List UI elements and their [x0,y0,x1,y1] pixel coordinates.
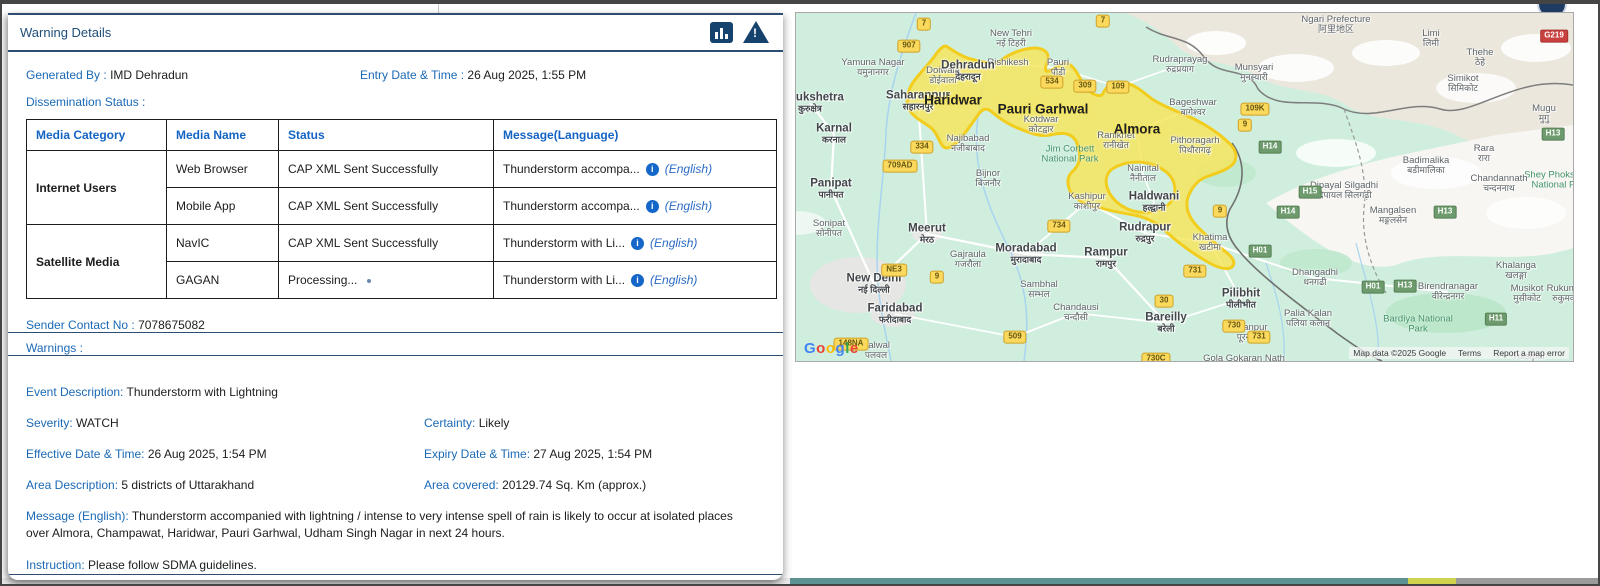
status-cell: CAP XML Sent Successfully [279,225,494,262]
message-language: (English) [665,199,712,213]
message-cell: Thunderstorm with Li... i (English) [494,262,777,299]
entry-date-label: Entry Date & Time : [360,68,464,82]
sender-contact-value: 7078675082 [138,318,205,332]
map-attribution: Map data ©2025 Google Terms Report a map… [1349,347,1569,359]
instruction-row: Instruction: Please follow SDMA guidelin… [26,557,756,574]
status-cell: CAP XML Sent Successfully [279,188,494,225]
china-road-badge: G219 [1540,30,1568,43]
info-icon[interactable]: i [646,200,659,213]
message-language: (English) [650,236,697,250]
loading-dot [367,279,371,283]
area-description-value: 5 districts of Uttarakhand [121,478,254,492]
message-value: Thunderstorm accompanied with lightning … [26,509,733,540]
warning-details-panel: Warning Details Generated By : IMD Dehra… [8,13,783,580]
col-media-category: Media Category [27,120,167,151]
generated-by-label: Generated By : [26,68,107,82]
page-top-divider [438,0,439,13]
instruction-label: Instruction: [26,558,85,572]
table-header-row: Media Category Media Name Status Message… [27,120,777,151]
table-row: Internet Users Web Browser CAP XML Sent … [27,151,777,188]
message-text: Thunderstorm accompa... [503,162,640,176]
message-label: Message (English): [26,509,129,523]
terms-link[interactable]: Terms [1458,348,1481,358]
message-language: (English) [665,162,712,176]
page-behind-map-strip [790,578,1408,584]
dissemination-table: Media Category Media Name Status Message… [26,119,777,299]
divider [8,332,783,333]
media-category-cell: Internet Users [27,151,167,225]
severity-label: Severity: [26,416,73,430]
sender-contact-row: Sender Contact No : 7078675082 [26,318,765,332]
message-text: Thunderstorm with Li... [503,236,625,250]
event-description-row: Event Description: Thunderstorm with Lig… [26,385,765,399]
warning-triangle-icon[interactable] [743,21,769,43]
effective-date-label: Effective Date & Time: [26,447,145,461]
sender-contact-label: Sender Contact No : [26,318,135,332]
map-china-road-badges: G219 [796,13,1573,361]
certainty-value: Likely [479,416,510,430]
message-cell: Thunderstorm accompa... i (English) [494,188,777,225]
warnings-label: Warnings : [26,341,765,355]
media-name-cell: NavIC [167,225,279,262]
panel-header: Warning Details [8,15,783,52]
page-title: Warning Details [20,25,111,40]
media-name-cell: Mobile App [167,188,279,225]
area-description-label: Area Description: [26,478,118,492]
media-name-cell: Web Browser [167,151,279,188]
divider [8,574,783,575]
page-behind-warning-strip [1408,578,1456,584]
status-text: Processing... [288,273,357,287]
google-logo[interactable]: Google [804,340,859,357]
message-text: Thunderstorm with Li... [503,273,625,287]
event-description-label: Event Description: [26,385,123,399]
certainty-label: Certainty: [424,416,475,430]
panel-content: Generated By : IMD Dehradun Entry Date &… [8,68,783,575]
area-covered-label: Area covered: [424,478,499,492]
event-description-value: Thunderstorm with Lightning [127,385,278,399]
instruction-value: Please follow SDMA guidelines. [88,558,257,572]
report-map-error-link[interactable]: Report a map error [1493,348,1565,358]
map-data-credit: Map data ©2025 Google [1353,348,1446,358]
media-name-cell: GAGAN [167,262,279,299]
entry-date-value: 26 Aug 2025, 1:55 PM [467,68,586,82]
message-cell: Thunderstorm with Li... i (English) [494,225,777,262]
divider [8,355,783,356]
expiry-date-value: 27 Aug 2025, 1:54 PM [533,447,652,461]
media-category-cell: Satellite Media [27,225,167,299]
col-status: Status [279,120,494,151]
effective-expiry-row: Effective Date & Time: 26 Aug 2025, 1:54… [26,447,765,461]
table-row: Satellite Media NavIC CAP XML Sent Succe… [27,225,777,262]
severity-value: WATCH [76,416,119,430]
message-text: Thunderstorm accompa... [503,199,640,213]
area-covered-value: 20129.74 Sq. Km (approx.) [502,478,646,492]
page-behind-strip [1456,578,1600,584]
bar-chart-icon[interactable] [710,22,733,43]
expiry-date-label: Expiry Date & Time: [424,447,530,461]
effective-date-value: 26 Aug 2025, 1:54 PM [148,447,267,461]
severity-certainty-row: Severity: WATCH Certainty: Likely [26,416,765,430]
col-message-language: Message(Language) [494,120,777,151]
info-icon[interactable]: i [631,274,644,287]
message-cell: Thunderstorm accompa... i (English) [494,151,777,188]
status-cell: Processing... [279,262,494,299]
dissemination-status-label: Dissemination Status : [26,95,765,109]
area-row: Area Description: 5 districts of Uttarak… [26,478,765,492]
message-language: (English) [650,273,697,287]
meta-row: Generated By : IMD Dehradun Entry Date &… [26,68,765,82]
info-icon[interactable]: i [631,237,644,250]
generated-by-value: IMD Dehradun [110,68,188,82]
col-media-name: Media Name [167,120,279,151]
message-row: Message (English): Thunderstorm accompan… [26,508,756,541]
status-cell: CAP XML Sent Successfully [279,151,494,188]
warning-area-map[interactable]: Jim Corbett National ParkBardiya Nationa… [795,12,1574,362]
info-icon[interactable]: i [646,163,659,176]
